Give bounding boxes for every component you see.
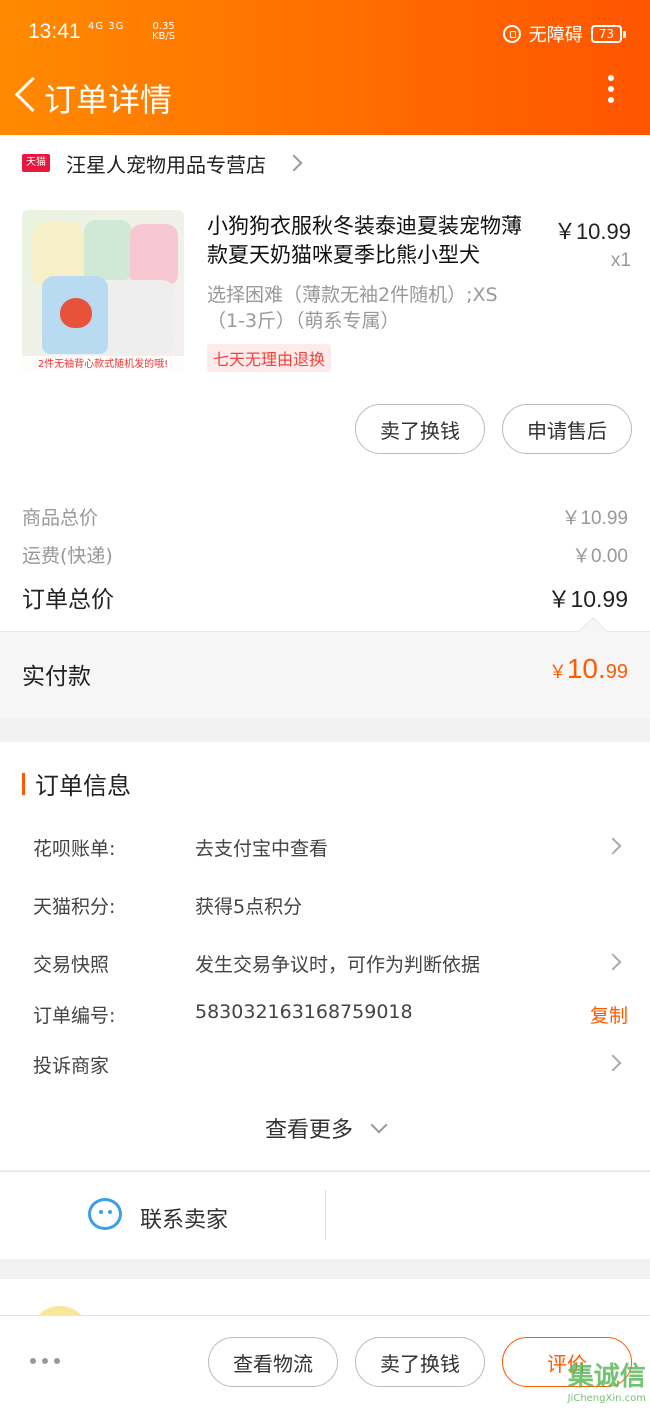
trade-snapshot-row[interactable]: 交易快照 发生交易争议时，可作为判断依据 xyxy=(0,942,650,982)
product-image[interactable]: 2件无袖背心款式随机发的哦! xyxy=(22,210,184,374)
view-logistics-button[interactable]: 查看物流 xyxy=(208,1337,338,1387)
chevron-down-icon xyxy=(370,1116,388,1134)
sell-for-cash-button-bottom[interactable]: 卖了换钱 xyxy=(355,1337,485,1387)
more-actions-icon[interactable] xyxy=(30,1358,60,1364)
chevron-right-icon xyxy=(604,1054,622,1072)
network-icon: 4G 3G xyxy=(88,21,125,32)
chevron-right-icon xyxy=(604,953,622,971)
order-total-value: ￥10.99 xyxy=(547,586,628,612)
status-bar: 13:41 4G 3G 0.35 KB/S 无障碍 73 xyxy=(0,0,650,66)
contact-seller-button[interactable]: 联系卖家 xyxy=(140,1202,228,1234)
shipping-value: ￥0.00 xyxy=(572,546,628,567)
nav-bar: 订单详情 xyxy=(0,66,650,122)
copy-button[interactable]: 复制 xyxy=(590,1001,628,1028)
more-icon[interactable] xyxy=(606,75,616,109)
chevron-right-icon xyxy=(604,837,622,855)
after-sales-button[interactable]: 申请售后 xyxy=(502,404,632,454)
chevron-right-icon xyxy=(285,154,303,172)
see-more-button[interactable]: 查看更多 xyxy=(0,1112,650,1144)
status-right: 无障碍 73 xyxy=(502,21,627,47)
tmall-points-row: 天猫积分: 获得5点积分 xyxy=(33,896,303,918)
paid-value: ￥10.99 xyxy=(548,653,628,684)
app-header: 13:41 4G 3G 0.35 KB/S 无障碍 73 订单详情 xyxy=(0,0,650,135)
order-number: 583032163168759018 xyxy=(195,1001,413,1023)
section-accent-bar xyxy=(22,772,25,795)
page-title: 订单详情 xyxy=(44,81,173,119)
watermark-logo: 集诚信 JiChengXin.com xyxy=(567,1362,646,1404)
product-image-caption: 2件无袖背心款式随机发的哦! xyxy=(22,356,184,374)
product-quantity: x1 xyxy=(610,250,631,271)
battery-icon: 73 xyxy=(590,25,627,43)
product-title[interactable]: 小狗狗衣服秋冬装泰迪夏装宠物薄款夏天奶猫咪夏季比熊小型犬 xyxy=(207,212,529,270)
shop-name: 汪星人宠物用品专营店 xyxy=(66,152,266,177)
huabei-bill-row[interactable]: 花呗账单: 去支付宝中查看 xyxy=(0,826,650,866)
shipping-label: 运费(快递) xyxy=(22,545,113,567)
back-icon[interactable] xyxy=(12,74,42,114)
paid-label: 实付款 xyxy=(22,664,91,690)
status-time: 13:41 xyxy=(28,20,81,43)
chat-icon[interactable] xyxy=(88,1198,122,1230)
complain-seller-row[interactable]: 投诉商家 xyxy=(0,1043,650,1083)
fox-graphic xyxy=(60,298,92,328)
product-price: ￥10.99 xyxy=(553,219,631,244)
tmall-icon: 天猫 xyxy=(22,154,50,172)
goods-total-value: ￥10.99 xyxy=(561,508,628,529)
divider xyxy=(325,1190,326,1240)
product-sku: 选择困难（薄款无袖2件随机）;XS（1-3斤）（萌系专属） xyxy=(207,284,498,332)
accessibility-icon xyxy=(502,25,521,43)
order-total-label: 订单总价 xyxy=(22,587,114,613)
return-policy-badge: 七天无理由退换 xyxy=(207,344,332,372)
order-info-heading: 订单信息 xyxy=(22,766,131,801)
order-number-row: 订单编号: 583032163168759018 复制 xyxy=(33,1001,628,1028)
sell-for-cash-button[interactable]: 卖了换钱 xyxy=(355,404,485,454)
shop-link[interactable]: 天猫 汪星人宠物用品专营店 xyxy=(22,148,303,178)
goods-total-label: 商品总价 xyxy=(22,507,99,529)
network-speed: 0.35 KB/S xyxy=(152,21,176,42)
recommend-card xyxy=(0,1279,650,1315)
accessibility-label: 无障碍 xyxy=(528,25,583,46)
